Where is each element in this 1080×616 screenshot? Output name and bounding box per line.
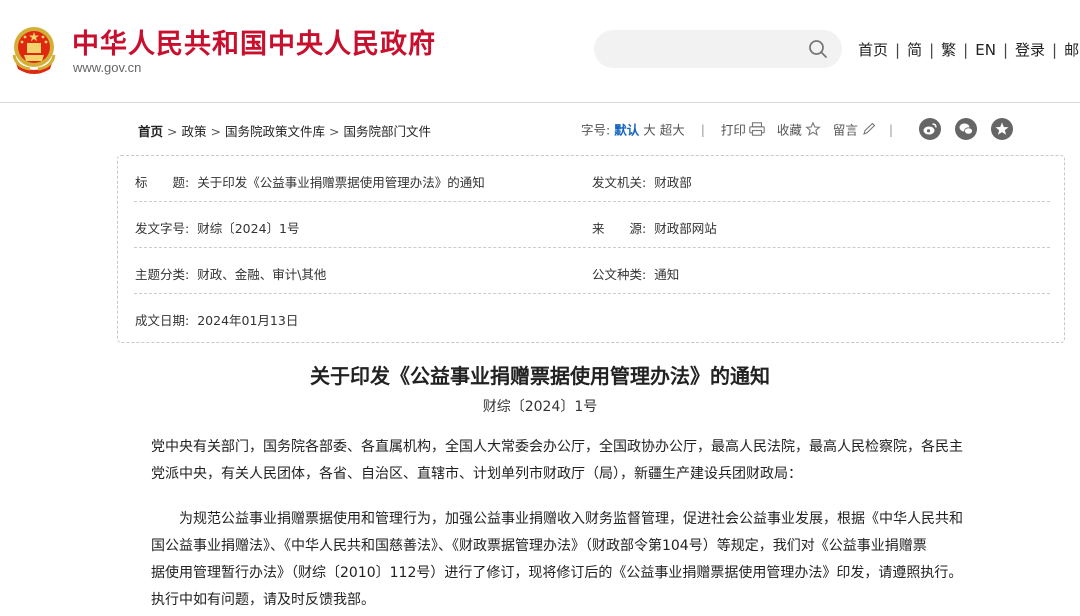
breadcrumb: 首页 > 政策 > 国务院政策文件库 > 国务院部门文件 [138, 121, 431, 140]
info-value: 财政部网站 [654, 221, 717, 236]
info-value: 财政部 [654, 175, 692, 190]
info-cell-docno: 发文字号: 财综〔2024〕1号 [135, 218, 299, 237]
nav-separator: | [963, 41, 969, 59]
nav-separator: | [895, 41, 901, 59]
info-value: 通知 [654, 267, 680, 282]
search-icon[interactable] [808, 39, 828, 59]
info-label: 公文种类: [592, 267, 647, 282]
font-size-large[interactable]: 大 [643, 123, 656, 138]
tools-divider: | [700, 121, 705, 137]
info-cell-source: 来 源: 财政部网站 [592, 218, 717, 237]
nav-separator: | [1002, 41, 1008, 59]
info-row: 发文字号: 财综〔2024〕1号 来 源: 财政部网站 [134, 202, 1050, 248]
weibo-share-button[interactable] [919, 118, 942, 140]
info-label: 发文字号: [135, 221, 190, 236]
national-emblem-icon[interactable] [10, 25, 58, 77]
print-button[interactable]: 打印 [721, 123, 746, 138]
info-row: 标 题: 关于印发《公益事业捐赠票据使用管理办法》的通知 发文机关: 财政部 [134, 156, 1050, 202]
info-label: 标 题: [135, 175, 190, 190]
nav-english-link[interactable]: EN [975, 41, 996, 59]
paragraph-line: 党中央有关部门，国务院各部委、各直属机构，全国人大常委会办公厅，全国政协办公厅，… [151, 439, 963, 455]
article-title: 关于印发《公益事业捐赠票据使用管理办法》的通知 [310, 364, 770, 388]
info-cell-date: 成文日期: 2024年01月13日 [135, 310, 298, 329]
article-tools: 字号: 默认 大 超大 | 打印 收藏 留言 | [581, 118, 1014, 140]
info-label: 成文日期: [135, 313, 190, 328]
weibo-icon [923, 123, 937, 135]
info-value: 财综〔2024〕1号 [197, 221, 300, 236]
info-cell-type: 公文种类: 通知 [592, 264, 679, 283]
info-label: 主题分类: [135, 267, 190, 282]
info-value: 财政、金融、审计\其他 [197, 267, 327, 282]
comment-button[interactable]: 留言 [833, 123, 858, 138]
info-cell-issuer: 发文机关: 财政部 [592, 172, 692, 191]
nav-simplified-link[interactable]: 简 [907, 41, 922, 59]
wechat-share-button[interactable] [955, 118, 978, 140]
breadcrumb-department-docs[interactable]: 国务院部门文件 [344, 124, 432, 139]
paragraph-line: 据使用管理暂行办法》（财综〔2010〕112号）进行了修订，现将修订后的《公益事… [151, 565, 963, 581]
star-share-icon [995, 122, 1009, 135]
info-row: 主题分类: 财政、金融、审计\其他 公文种类: 通知 [134, 248, 1050, 294]
font-size-xlarge[interactable]: 超大 [660, 123, 685, 138]
nav-mail-link[interactable]: 邮 [1064, 41, 1079, 59]
site-domain: www.gov.cn [73, 60, 142, 75]
breadcrumb-separator: > [329, 124, 340, 139]
nav-separator: | [1052, 41, 1058, 59]
paragraph-line: 国公益事业捐赠法》、《中华人民共和国慈善法》、《财政票据管理办法》（财政部令第1… [151, 538, 927, 554]
nav-login-link[interactable]: 登录 [1015, 41, 1045, 59]
breadcrumb-policy-library[interactable]: 国务院政策文件库 [225, 124, 325, 139]
article-paragraph: 党中央有关部门，国务院各部委、各直属机构，全国人大常委会办公厅，全国政协办公厅，… [151, 434, 1041, 488]
info-label: 来 源: [592, 221, 647, 236]
site-header: 中华人民共和国中央人民政府 www.gov.cn 首页 | 简 | 繁 | EN | 登录 | 邮 [0, 0, 1080, 103]
breadcrumb-home[interactable]: 首页 [138, 124, 163, 139]
document-info-table: 标 题: 关于印发《公益事业捐赠票据使用管理办法》的通知 发文机关: 财政部 发文字… [117, 155, 1065, 343]
printer-icon[interactable] [749, 122, 765, 136]
top-navigation: 首页 | 简 | 繁 | EN | 登录 | 邮 [858, 39, 1079, 60]
pencil-icon[interactable] [861, 122, 877, 136]
paragraph-line: 党派中央，有关人民团体，各省、自治区、直辖市、计划单列市财政厅（局），新疆生产建… [151, 466, 802, 482]
search-input[interactable] [594, 30, 842, 68]
nav-separator: | [929, 41, 935, 59]
info-value: 关于印发《公益事业捐赠票据使用管理办法》的通知 [197, 175, 485, 190]
breadcrumb-separator: > [167, 124, 178, 139]
tools-divider: | [888, 121, 894, 137]
breadcrumb-separator: > [210, 124, 221, 139]
paragraph-line: 执行中如有问题，请及时反馈我部。 [151, 592, 375, 608]
info-label: 发文机关: [592, 175, 647, 190]
info-value: 2024年01月13日 [197, 313, 299, 328]
nav-home-link[interactable]: 首页 [858, 41, 888, 59]
star-icon[interactable] [805, 122, 821, 136]
site-title[interactable]: 中华人民共和国中央人民政府 [72, 22, 436, 61]
info-row: 成文日期: 2024年01月13日 [134, 294, 1050, 340]
wechat-icon [959, 123, 973, 135]
info-cell-title: 标 题: 关于印发《公益事业捐赠票据使用管理办法》的通知 [135, 172, 485, 191]
font-size-label: 字号: [581, 122, 611, 138]
breadcrumb-policy[interactable]: 政策 [182, 124, 207, 139]
font-size-default[interactable]: 默认 [614, 123, 639, 138]
article-paragraph: 为规范公益事业捐赠票据使用和管理行为，加强公益事业捐赠收入财务监督管理，促进社会… [151, 506, 1041, 614]
info-cell-topic: 主题分类: 财政、金融、审计\其他 [135, 264, 326, 283]
favorite-share-button[interactable] [991, 118, 1014, 140]
nav-traditional-link[interactable]: 繁 [941, 41, 956, 59]
favorite-button[interactable]: 收藏 [777, 123, 802, 138]
article-doc-number: 财综〔2024〕1号 [482, 399, 598, 415]
paragraph-line: 为规范公益事业捐赠票据使用和管理行为，加强公益事业捐赠收入财务监督管理，促进社会… [179, 511, 963, 527]
